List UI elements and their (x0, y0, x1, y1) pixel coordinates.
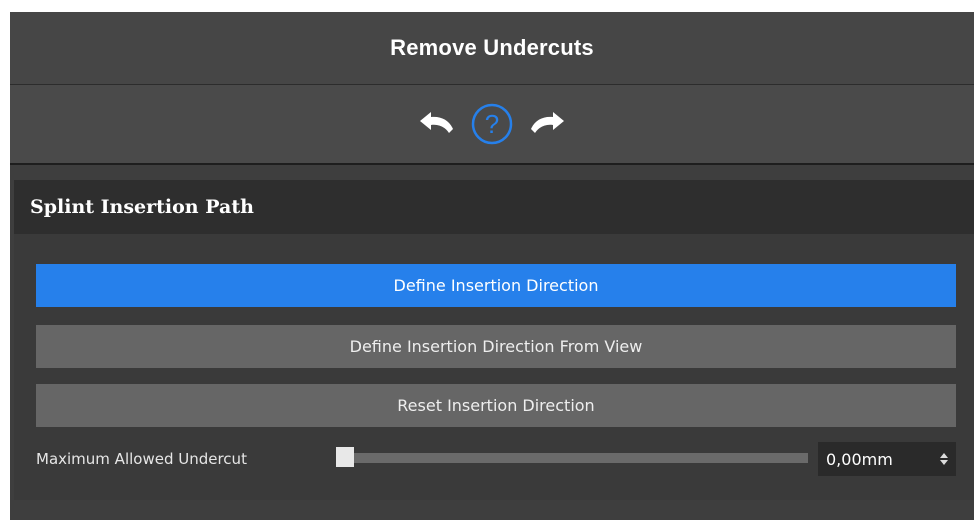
undercut-slider-handle[interactable] (336, 447, 354, 467)
undercut-value[interactable]: 0,00mm (826, 450, 932, 469)
undo-button[interactable] (416, 109, 456, 139)
undercut-value-spinbox[interactable]: 0,00mm (818, 442, 956, 476)
help-button[interactable]: ? (470, 102, 514, 146)
redo-arrow-icon (531, 112, 564, 133)
help-question-icon: ? (471, 103, 513, 145)
undercut-slider-track[interactable] (338, 453, 808, 463)
arrow-down-icon[interactable] (940, 460, 948, 465)
undo-arrow-icon (420, 112, 453, 133)
undercut-slider-label: Maximum Allowed Undercut (36, 450, 247, 468)
define-insertion-direction-button[interactable]: Define Insertion Direction (36, 264, 956, 307)
arrow-up-icon[interactable] (940, 453, 948, 458)
reset-insertion-direction-button[interactable]: Reset Insertion Direction (36, 384, 956, 427)
panel-title: Remove Undercuts (390, 35, 594, 60)
svg-text:?: ? (485, 109, 499, 139)
define-insertion-direction-from-view-button[interactable]: Define Insertion Direction From View (36, 325, 956, 368)
panel-title-bar: Remove Undercuts (10, 12, 974, 85)
toolbar: ? (10, 85, 974, 165)
remove-undercuts-panel: Remove Undercuts ? Splint Insertion Path… (10, 12, 974, 520)
spinbox-arrows[interactable] (932, 442, 956, 476)
undercut-slider-row: Maximum Allowed Undercut 0,00mm (36, 442, 956, 476)
section-title: Splint Insertion Path (30, 196, 254, 218)
splint-insertion-path-section: Splint Insertion Path Define Insertion D… (14, 180, 974, 500)
section-header[interactable]: Splint Insertion Path (14, 180, 974, 234)
redo-button[interactable] (528, 109, 568, 139)
